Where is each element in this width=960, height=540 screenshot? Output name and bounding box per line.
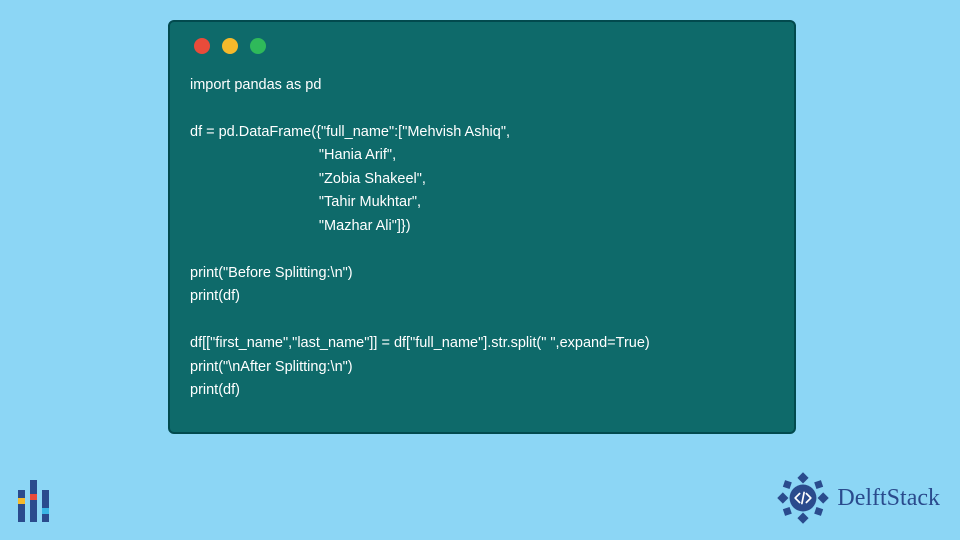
logo-bar	[42, 490, 49, 522]
minimize-icon	[222, 38, 238, 54]
logo-bar	[30, 480, 37, 522]
brand: DelftStack	[775, 470, 940, 526]
logo-bar-segment	[30, 500, 37, 522]
window-controls	[194, 38, 774, 54]
logo-bar-segment	[18, 504, 25, 522]
close-icon	[194, 38, 210, 54]
brand-name: DelftStack	[837, 485, 940, 512]
logo-bar-segment	[18, 490, 25, 498]
code-window: import pandas as pd df = pd.DataFrame({"…	[168, 20, 796, 434]
brand-logo-icon	[775, 470, 831, 526]
logo-bar	[18, 490, 25, 522]
code-block: import pandas as pd df = pd.DataFrame({"…	[190, 74, 774, 403]
left-brand-logo	[18, 480, 49, 522]
logo-bar-segment	[42, 490, 49, 508]
logo-bar-segment	[30, 480, 37, 494]
maximize-icon	[250, 38, 266, 54]
logo-bar-segment	[42, 514, 49, 522]
